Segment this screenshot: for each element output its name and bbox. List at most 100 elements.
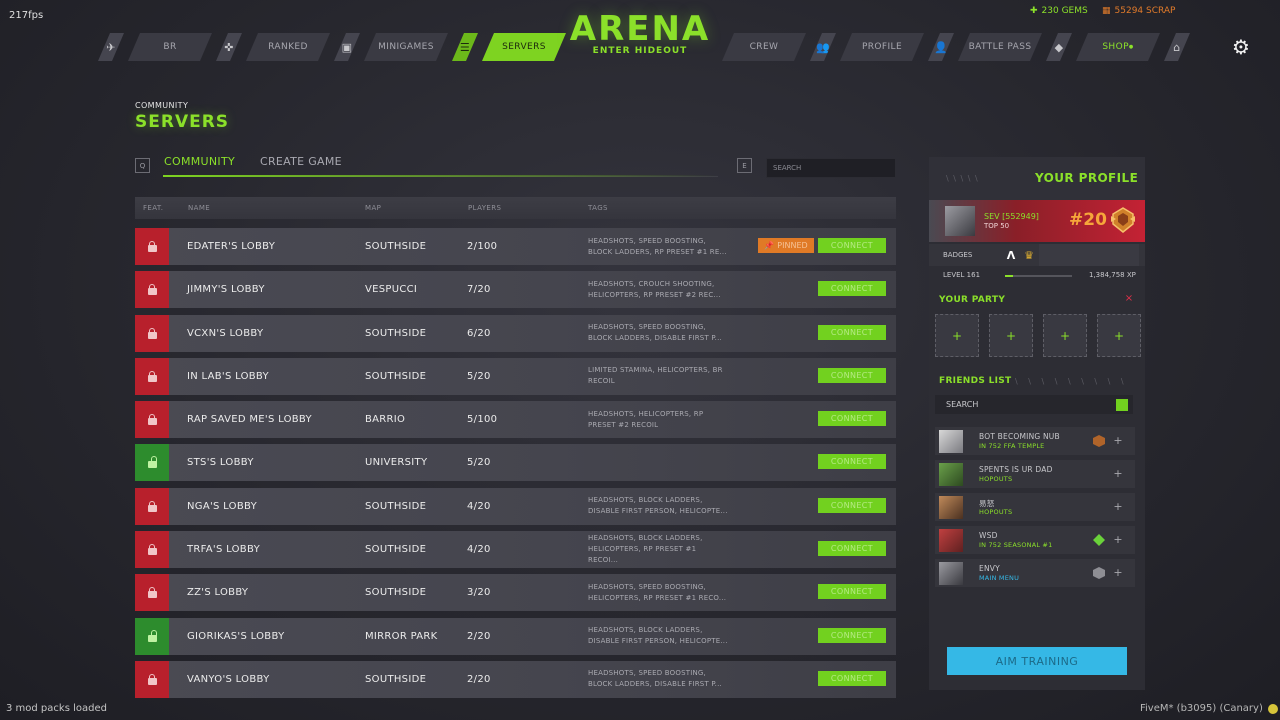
connect-button[interactable]: CONNECT bbox=[818, 411, 886, 427]
add-friend-icon[interactable]: + bbox=[1113, 468, 1123, 479]
server-tags: HEADSHOTS, HELICOPTERS, RP PRESET #2 REC… bbox=[588, 409, 704, 429]
connect-button[interactable]: CONNECT bbox=[818, 541, 886, 557]
friend-item[interactable]: SPENTS IS UR DAD HOPOUTS + bbox=[935, 460, 1135, 488]
party-slot-3[interactable]: + bbox=[1043, 314, 1087, 357]
nav-profile[interactable]: PROFILE bbox=[840, 33, 924, 61]
profile-banner[interactable]: SEV [552949] TOP 50 #20 bbox=[929, 200, 1145, 242]
logo-title: ARENA bbox=[569, 9, 711, 49]
table-row[interactable]: RAP SAVED ME'S LOBBY BARRIO 5/100 HEADSH… bbox=[135, 401, 896, 439]
profile-top: TOP 50 bbox=[984, 222, 1010, 230]
header-name[interactable]: NAME bbox=[188, 204, 210, 212]
rank-badge-icon bbox=[1093, 534, 1105, 546]
friend-status: IN 752 SEASONAL #1 bbox=[979, 541, 1053, 549]
friend-item[interactable]: ENVY MAIN MENU + bbox=[935, 559, 1135, 587]
tab-community[interactable]: COMMUNITY bbox=[164, 155, 235, 168]
nav-ranked[interactable]: RANKED bbox=[246, 33, 330, 61]
close-icon[interactable]: × bbox=[1124, 294, 1134, 304]
server-tags: HEADSHOTS, BLOCK LADDERS, DISABLE FIRST … bbox=[588, 496, 728, 516]
connect-button[interactable]: CONNECT bbox=[818, 497, 886, 513]
lock-body bbox=[147, 634, 157, 642]
nav-shop[interactable]: SHOP ● bbox=[1076, 33, 1160, 61]
add-friend-icon[interactable]: + bbox=[1113, 534, 1123, 545]
party-slot-2[interactable]: + bbox=[989, 314, 1033, 357]
add-friend-icon[interactable]: + bbox=[1113, 567, 1123, 578]
header-map[interactable]: MAP bbox=[365, 204, 381, 212]
build-info-text: FiveM* (b3095) (Canary) bbox=[1140, 703, 1263, 714]
party-slot-1[interactable]: + bbox=[935, 314, 979, 357]
gear-icon[interactable]: ⚙ bbox=[1230, 36, 1252, 58]
q-key-badge: Q bbox=[135, 158, 150, 173]
friend-item[interactable]: WSD IN 752 SEASONAL #1 + bbox=[935, 526, 1135, 554]
friend-search-button[interactable] bbox=[1116, 399, 1128, 411]
connect-button[interactable]: CONNECT bbox=[818, 324, 886, 340]
server-search-input[interactable]: SEARCH bbox=[766, 158, 896, 178]
table-row[interactable]: VANYO'S LOBBY SOUTHSIDE 2/20 HEADSHOTS, … bbox=[135, 660, 896, 698]
scrap-counter[interactable]: ▦ 55294 SCRAP bbox=[1102, 6, 1175, 16]
friend-item[interactable]: BOT BECOMING NUB IN 752 FFA TEMPLE + bbox=[935, 427, 1135, 455]
badge-crown-icon[interactable]: ♛ bbox=[1021, 247, 1037, 263]
crew-icon[interactable]: 👥 bbox=[810, 33, 836, 61]
connect-button[interactable]: CONNECT bbox=[818, 454, 886, 470]
server-tags: LIMITED STAMINA, HELICOPTERS, BR RECOIL bbox=[588, 366, 723, 386]
store-icon[interactable]: ⌂ bbox=[1164, 33, 1190, 61]
lock-icon bbox=[135, 401, 169, 439]
table-row[interactable]: EDATER'S LOBBY SOUTHSIDE 2/100 HEADSHOTS… bbox=[135, 228, 896, 265]
connect-button[interactable]: CONNECT bbox=[818, 584, 886, 600]
table-row[interactable]: GIORIKAS'S LOBBY MIRROR PARK 2/20 HEADSH… bbox=[135, 617, 896, 655]
server-tags: HEADSHOTS, SPEED BOOSTING, BLOCK LADDERS… bbox=[588, 236, 727, 256]
nav-crew[interactable]: CREW bbox=[722, 33, 806, 61]
lock-body bbox=[147, 374, 157, 382]
crosshair-icon[interactable]: ✜ bbox=[216, 33, 242, 61]
profile-title[interactable]: YOUR PROFILE bbox=[1035, 171, 1138, 185]
gems-counter[interactable]: ✚ 230 GEMS bbox=[1030, 6, 1088, 16]
table-header: FEAT. NAME MAP PLAYERS TAGS bbox=[135, 197, 896, 219]
connect-button[interactable]: CONNECT bbox=[818, 367, 886, 383]
lock-icon bbox=[135, 314, 169, 352]
header-players[interactable]: PLAYERS bbox=[468, 204, 501, 212]
server-icon[interactable]: ☰ bbox=[452, 33, 478, 61]
table-row[interactable]: NGA'S LOBBY SOUTHSIDE 4/20 HEADSHOTS, BL… bbox=[135, 487, 896, 525]
connect-button[interactable]: CONNECT bbox=[818, 670, 886, 686]
mod-packs-status: 3 mod packs loaded bbox=[6, 703, 107, 714]
party-slot-4[interactable]: + bbox=[1097, 314, 1141, 357]
table-row[interactable]: JIMMY'S LOBBY VESPUCCI 7/20 HEADSHOTS, C… bbox=[135, 271, 896, 309]
lock-glyph bbox=[147, 241, 157, 252]
nav-servers[interactable]: SERVERS bbox=[482, 33, 566, 61]
gamepad-icon[interactable]: ▣ bbox=[334, 33, 360, 61]
scrap-value: 55294 SCRAP bbox=[1114, 6, 1176, 16]
friend-item[interactable]: 易怒 HOPOUTS + bbox=[935, 493, 1135, 521]
profile-header: \ \ \ \ \ YOUR PROFILE bbox=[929, 157, 1145, 200]
aim-training-button[interactable]: AIM TRAINING bbox=[947, 647, 1127, 675]
table-row[interactable]: VCXN'S LOBBY SOUTHSIDE 6/20 HEADSHOTS, S… bbox=[135, 314, 896, 352]
plane-icon[interactable]: ✈ bbox=[98, 33, 124, 61]
badges-label: BADGES bbox=[943, 251, 973, 259]
nav-minigames[interactable]: MINIGAMES bbox=[364, 33, 448, 61]
server-name: JIMMY'S LOBBY bbox=[187, 284, 265, 296]
server-name: GIORIKAS'S LOBBY bbox=[187, 630, 285, 642]
tab-active-indicator bbox=[163, 175, 718, 177]
connect-button[interactable]: CONNECT bbox=[818, 627, 886, 643]
table-row[interactable]: ZZ'S LOBBY SOUTHSIDE 3/20 HEADSHOTS, SPE… bbox=[135, 574, 896, 612]
avatar bbox=[939, 562, 963, 585]
ticket-icon[interactable]: ◆ bbox=[1046, 33, 1072, 61]
server-name: VANYO'S LOBBY bbox=[187, 673, 270, 685]
table-row[interactable]: TRFA'S LOBBY SOUTHSIDE 4/20 HEADSHOTS, B… bbox=[135, 531, 896, 569]
nav-br[interactable]: BR bbox=[128, 33, 212, 61]
server-players: 2/100 bbox=[467, 241, 498, 252]
badge-a-icon[interactable]: Λ bbox=[1003, 247, 1019, 263]
arena-logo[interactable]: ARENA ENTER HIDEOUT bbox=[560, 10, 720, 56]
tab-create-game[interactable]: CREATE GAME bbox=[260, 155, 342, 168]
add-friend-icon[interactable]: + bbox=[1113, 501, 1123, 512]
lock-glyph bbox=[147, 544, 157, 556]
add-friend-icon[interactable]: + bbox=[1113, 435, 1123, 446]
profile-icon[interactable]: 👤 bbox=[928, 33, 954, 61]
avatar bbox=[939, 463, 963, 486]
table-row[interactable]: IN LAB'S LOBBY SOUTHSIDE 5/20 LIMITED ST… bbox=[135, 357, 896, 395]
connect-button[interactable]: CONNECT bbox=[818, 281, 886, 297]
connect-button[interactable]: CONNECT bbox=[818, 238, 886, 253]
friend-search-input[interactable]: SEARCH bbox=[935, 395, 1133, 414]
friend-name: ENVY bbox=[979, 564, 1000, 573]
nav-battle-pass[interactable]: BATTLE PASS bbox=[958, 33, 1042, 61]
profile-name: SEV [552949] bbox=[984, 212, 1039, 221]
table-row[interactable]: STS'S LOBBY UNIVERSITY 5/20 CONNECT bbox=[135, 444, 896, 482]
